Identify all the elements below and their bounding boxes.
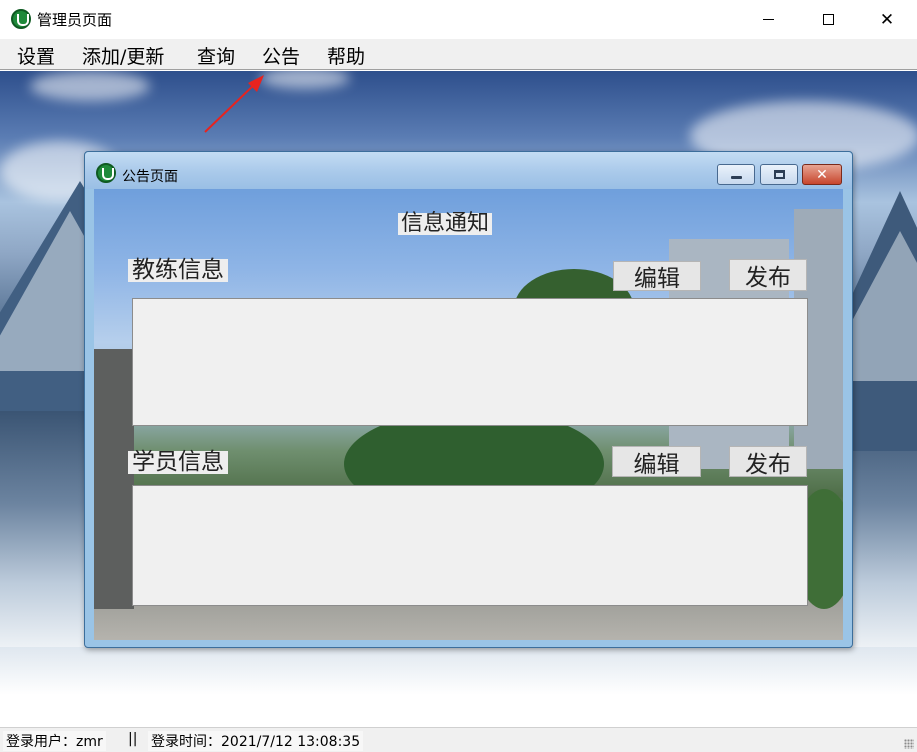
menu-bar: 设置 添加/更新 查询 公告 帮助 — [0, 39, 917, 70]
menu-query[interactable]: 查询 — [197, 42, 235, 69]
dialog-body: 信息通知 教练信息 编辑 发布 学员信息 编辑 发布 — [94, 189, 843, 640]
student-edit-button[interactable]: 编辑 — [612, 446, 701, 478]
status-bar: 登录用户：zmr || 登录时间：2021/7/12 13:08:35 — [0, 727, 917, 752]
close-icon: ✕ — [816, 166, 828, 183]
status-logged-user: 登录用户：zmr — [3, 731, 106, 751]
background-gate — [94, 349, 134, 609]
window-title: 管理员页面 — [37, 11, 113, 29]
resize-grip-icon[interactable] — [904, 739, 914, 749]
app-logo-icon — [11, 9, 31, 29]
student-info-label: 学员信息 — [128, 451, 228, 474]
window-titlebar[interactable]: 管理员页面 ✕ — [0, 0, 917, 39]
announcement-dialog: 公告页面 ✕ 信息通知 教练信息 编辑 发布 学员信息 编辑 发布 — [84, 151, 853, 648]
maximize-icon — [773, 170, 785, 179]
coach-info-label: 教练信息 — [128, 259, 228, 282]
close-button[interactable]: ✕ — [857, 0, 917, 39]
student-info-textarea[interactable] — [132, 485, 808, 606]
minimize-icon — [762, 19, 774, 20]
student-publish-button[interactable]: 发布 — [729, 446, 807, 478]
dialog-maximize-button[interactable] — [760, 164, 798, 185]
maximize-icon — [822, 14, 834, 25]
maximize-button[interactable] — [798, 0, 858, 39]
menu-settings[interactable]: 设置 — [17, 42, 55, 69]
dialog-title: 公告页面 — [122, 169, 178, 185]
menu-announcement[interactable]: 公告 — [262, 42, 300, 69]
menu-add-update[interactable]: 添加/更新 — [82, 42, 164, 69]
status-separator: || — [128, 731, 138, 747]
dialog-close-button[interactable]: ✕ — [802, 164, 842, 185]
menu-help[interactable]: 帮助 — [327, 42, 365, 69]
dialog-titlebar[interactable]: 公告页面 ✕ — [85, 152, 852, 189]
coach-edit-button[interactable]: 编辑 — [613, 261, 701, 292]
red-arrow-icon — [204, 75, 264, 133]
coach-publish-button[interactable]: 发布 — [729, 259, 807, 291]
minimize-button[interactable] — [738, 0, 798, 39]
minimize-icon — [730, 176, 742, 179]
dialog-minimize-button[interactable] — [717, 164, 755, 185]
app-logo-icon — [96, 163, 116, 183]
coach-info-textarea[interactable] — [132, 298, 808, 426]
heading-info-notice: 信息通知 — [398, 213, 493, 235]
status-login-time: 登录时间：2021/7/12 13:08:35 — [148, 731, 364, 751]
close-icon: ✕ — [879, 9, 895, 30]
